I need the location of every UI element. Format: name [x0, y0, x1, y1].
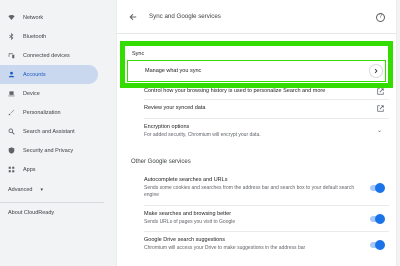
chevron-right-icon — [374, 68, 378, 74]
advanced-label: Advanced — [8, 186, 33, 193]
toggle-knob — [375, 214, 385, 224]
sidebar-item-label: Security and Privacy — [23, 147, 74, 154]
brush-icon — [8, 109, 15, 116]
sidebar-item-label: Bluetooth — [23, 33, 47, 40]
about-label: About CloudReady — [8, 210, 55, 216]
divider — [144, 118, 389, 119]
apps-grid-icon — [8, 166, 15, 173]
sidebar-item-about[interactable]: About CloudReady — [0, 203, 110, 223]
chevron-down-icon[interactable]: ⌄ — [377, 127, 382, 134]
sidebar-item-label: Connected devices — [23, 52, 70, 59]
encryption-options-row[interactable]: Encryption options For added security, C… — [144, 124, 384, 139]
bluetooth-icon — [8, 33, 15, 40]
sidebar-item-personalization[interactable]: Personalization — [0, 103, 110, 122]
drive-suggestions-subtext: Chromium will access your Drive to make … — [144, 245, 306, 251]
back-arrow-icon[interactable] — [129, 13, 137, 21]
browse-better-toggle[interactable] — [370, 214, 385, 224]
sidebar-item-device[interactable]: Device — [0, 84, 110, 103]
sidebar-item-network[interactable]: Network — [0, 8, 110, 27]
search-icon — [8, 128, 15, 135]
control-history-row[interactable]: Control how your browsing history is use… — [144, 88, 384, 95]
sidebar-item-label: Apps — [23, 166, 36, 173]
autocomplete-subtext: Sends some cookies and searches from the… — [144, 185, 355, 198]
settings-sidebar: Network Bluetooth Connected devices Acco… — [0, 0, 110, 266]
autocomplete-toggle[interactable] — [370, 183, 385, 193]
drive-suggestions-title: Google Drive search suggestions — [144, 237, 226, 243]
encryption-subtext: For added security, Chromium will encryp… — [144, 132, 261, 138]
sidebar-item-search-assistant[interactable]: Search and Assistant — [0, 122, 110, 141]
manage-sync-row[interactable]: Manage what you sync — [127, 60, 386, 82]
sidebar-item-label: Accounts — [23, 71, 46, 78]
toggle-knob — [375, 183, 385, 193]
help-icon[interactable]: ? — [376, 13, 385, 22]
sidebar-item-label: Search and Assistant — [23, 128, 75, 135]
sync-section-label: Sync — [132, 51, 145, 57]
sidebar-advanced-toggle[interactable]: Advanced ▾ — [0, 181, 110, 198]
sidebar-item-accounts[interactable]: Accounts — [0, 65, 98, 84]
other-services-heading: Other Google services — [131, 159, 191, 165]
external-link-icon — [377, 88, 384, 95]
browse-better-row[interactable]: Make searches and browsing better Sends … — [144, 211, 385, 226]
sync-highlight-box: Sync Manage what you sync — [120, 41, 393, 88]
sidebar-item-connected-devices[interactable]: Connected devices — [0, 46, 110, 65]
drive-suggestions-row[interactable]: Google Drive search suggestions Chromium… — [144, 237, 385, 252]
divider — [144, 99, 389, 100]
divider — [144, 205, 389, 206]
control-history-label: Control how your browsing history is use… — [144, 88, 326, 94]
browse-better-title: Make searches and browsing better — [144, 211, 232, 217]
sidebar-item-label: Device — [23, 90, 40, 97]
manage-sync-label: Manage what you sync — [145, 68, 202, 74]
external-link-icon — [377, 105, 384, 112]
autocomplete-row[interactable]: Autocomplete searches and URLs Sends som… — [144, 177, 385, 199]
review-synced-label: Review your synced data — [144, 105, 206, 111]
devices-icon — [8, 52, 15, 59]
shield-icon — [8, 147, 15, 154]
wifi-icon — [8, 14, 15, 21]
sidebar-item-apps[interactable]: Apps — [0, 160, 110, 179]
page-title: Sync and Google services — [149, 13, 221, 20]
sidebar-item-label: Network — [23, 14, 44, 21]
manage-sync-arrow-button[interactable] — [369, 64, 383, 78]
person-icon — [8, 71, 15, 78]
autocomplete-title: Autocomplete searches and URLs — [144, 177, 228, 183]
laptop-icon — [8, 90, 15, 97]
drive-suggestions-toggle[interactable] — [370, 240, 385, 250]
browse-better-subtext: Sends URLs of pages you visit to Google — [144, 219, 236, 225]
chevron-down-icon: ▾ — [40, 186, 43, 193]
sidebar-item-bluetooth[interactable]: Bluetooth — [0, 27, 110, 46]
toggle-knob — [375, 240, 385, 250]
encryption-title: Encryption options — [144, 124, 190, 130]
divider — [144, 231, 389, 232]
sidebar-item-security-privacy[interactable]: Security and Privacy — [0, 141, 110, 160]
review-synced-data-row[interactable]: Review your synced data — [144, 105, 384, 112]
page-header: Sync and Google services ? — [117, 0, 396, 34]
sidebar-item-label: Personalization — [23, 109, 61, 116]
settings-main-panel: Sync and Google services ? Sync Manage w… — [117, 0, 396, 266]
